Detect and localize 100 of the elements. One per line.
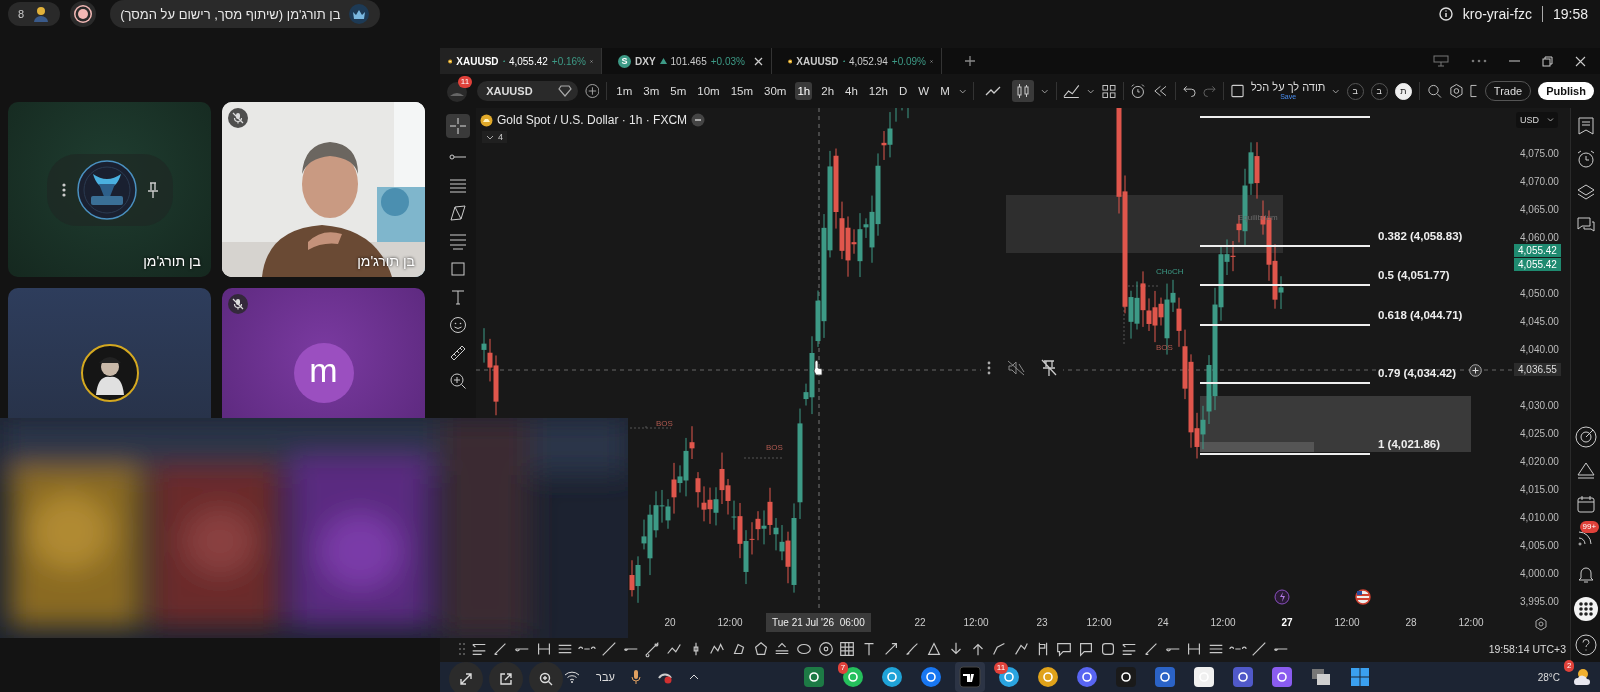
presenter-chip[interactable]: בן תורג'מן (שיתוף מסך, רישום על המסך) (110, 0, 381, 28)
fib-level-label: 0.79 (4,034.42) (1378, 367, 1456, 379)
interval-button[interactable]: 4h (843, 82, 860, 100)
interval-button[interactable]: 3m (641, 82, 662, 100)
more-icon[interactable] (1471, 59, 1487, 63)
undo-icon[interactable] (1183, 85, 1196, 97)
publish-button[interactable]: Publish (1538, 82, 1594, 100)
chat-icon[interactable] (1575, 215, 1596, 235)
participant-name: בן תורג'מן (143, 253, 201, 269)
price-axis-label: 4,010.00 (1520, 511, 1559, 523)
design-app-icon (880, 666, 903, 688)
price-axis-label: 4,060.00 (1520, 231, 1559, 243)
interval-button[interactable]: 2h (819, 82, 837, 100)
triangle-stack-icon[interactable] (1575, 461, 1596, 481)
price-axis-label: 4,005.00 (1520, 539, 1559, 551)
pattern-icon[interactable] (449, 204, 467, 222)
magnifier-icon[interactable] (1426, 83, 1442, 99)
grid-icon[interactable] (1101, 83, 1116, 99)
time-axis-label: 22 (914, 617, 926, 628)
add-tab-icon[interactable] (964, 55, 976, 67)
drag-handle-icon[interactable] (987, 361, 991, 375)
letter-button[interactable]: ת (1394, 82, 1412, 100)
fibonacci-icon[interactable] (449, 232, 467, 250)
interval-button[interactable]: D (897, 82, 910, 100)
fullscreen-icon[interactable] (1470, 84, 1478, 98)
interval-button[interactable]: 12h (866, 82, 890, 100)
pin-icon[interactable] (146, 180, 159, 199)
close-icon[interactable] (1575, 55, 1586, 67)
unpin-icon[interactable] (1041, 359, 1057, 377)
indicators-toggle[interactable]: 4 (482, 131, 507, 143)
candles-button[interactable] (1012, 80, 1035, 102)
close-icon[interactable] (754, 56, 763, 66)
redo-icon[interactable] (1203, 85, 1216, 97)
interval-button[interactable]: 1m (614, 82, 635, 100)
interval-button[interactable]: M (938, 82, 952, 100)
interval-button[interactable]: 15m (728, 82, 756, 100)
language-indicator[interactable]: עבר (596, 671, 615, 683)
square-icon[interactable] (1230, 84, 1244, 98)
caret-icon[interactable] (1041, 88, 1049, 94)
drawing-tool-icon[interactable] (838, 640, 857, 658)
microphone-icon[interactable] (630, 669, 641, 685)
caret-icon[interactable] (1332, 88, 1340, 94)
drag-handle-icon[interactable] (458, 642, 466, 656)
currency-dropdown[interactable]: USD (1516, 112, 1558, 128)
smiley-icon[interactable] (449, 316, 467, 334)
participants-button[interactable]: 8 (8, 2, 61, 26)
participant-tile[interactable] (8, 288, 211, 418)
crosshair-tool[interactable] (446, 114, 470, 138)
participant-tile[interactable]: m (222, 288, 425, 418)
caret-icon[interactable] (1087, 88, 1095, 94)
interval-button[interactable]: 30m (762, 82, 789, 100)
taskbar-app[interactable]: 7 (837, 662, 868, 692)
add-circle-icon[interactable] (1469, 364, 1482, 377)
time-axis-label: 27 (1281, 617, 1293, 628)
restore-icon[interactable] (1542, 55, 1553, 67)
interval-button[interactable]: 1h (795, 82, 813, 100)
info-icon[interactable] (1438, 7, 1453, 21)
drawing-tool-icon[interactable] (1055, 640, 1074, 658)
alarm-clock-icon[interactable] (1575, 149, 1596, 169)
recording-indicator[interactable] (70, 1, 97, 27)
ruler-icon[interactable] (449, 344, 467, 362)
flag-event-icon[interactable] (1355, 589, 1371, 605)
chevron-up-icon[interactable] (688, 674, 699, 680)
help-icon[interactable] (1574, 634, 1597, 656)
caret-icon[interactable] (958, 88, 967, 94)
interval-button[interactable]: W (916, 82, 932, 100)
parallel-lines-icon[interactable] (449, 176, 467, 194)
minus-icon[interactable] (691, 113, 706, 127)
sound-off-icon[interactable] (1007, 360, 1025, 376)
lightning-event-icon[interactable] (1274, 589, 1290, 605)
rewind-icon[interactable] (1153, 85, 1169, 97)
taskbar-app[interactable] (954, 662, 985, 692)
indicators-icon[interactable] (1063, 83, 1081, 99)
settings-icon[interactable] (1448, 83, 1464, 99)
interval-button[interactable]: 10m (695, 82, 722, 100)
drawing-tool-icon[interactable] (816, 640, 835, 658)
people-app-icon (1231, 666, 1254, 688)
time-axis-label: 12:00 (1086, 617, 1112, 628)
taskbar-app[interactable]: 11 (993, 662, 1024, 692)
layers-icon[interactable] (1575, 182, 1596, 202)
user-avatar-icon[interactable] (446, 81, 468, 103)
apps-grid-icon[interactable] (1573, 597, 1598, 621)
interval-button[interactable]: 5m (668, 82, 689, 100)
target-icon[interactable] (1574, 426, 1597, 448)
time-axis-label: 12:00 (963, 617, 989, 628)
text-tool-icon[interactable] (449, 288, 467, 306)
symbol-search-field[interactable]: XAUUSD (477, 81, 578, 101)
participant-tile[interactable]: בן תורג'מן (8, 102, 211, 277)
calendar-icon[interactable] (1575, 494, 1596, 514)
avatar-initial: m (293, 343, 354, 403)
settings-icon[interactable] (1534, 617, 1548, 631)
rectangle-icon[interactable] (449, 260, 467, 278)
layout-icon[interactable] (1433, 55, 1449, 67)
zoom-in-icon[interactable] (449, 372, 467, 390)
wifi-icon[interactable] (564, 671, 580, 683)
symbol-tab[interactable]: XAUUSD 4,055.42 +0.16% (440, 48, 602, 74)
add-symbol-icon[interactable] (584, 83, 600, 99)
alarm-clock-icon[interactable] (1130, 82, 1147, 100)
watchlist-icon[interactable] (1575, 116, 1596, 136)
more-icon[interactable] (60, 181, 67, 198)
